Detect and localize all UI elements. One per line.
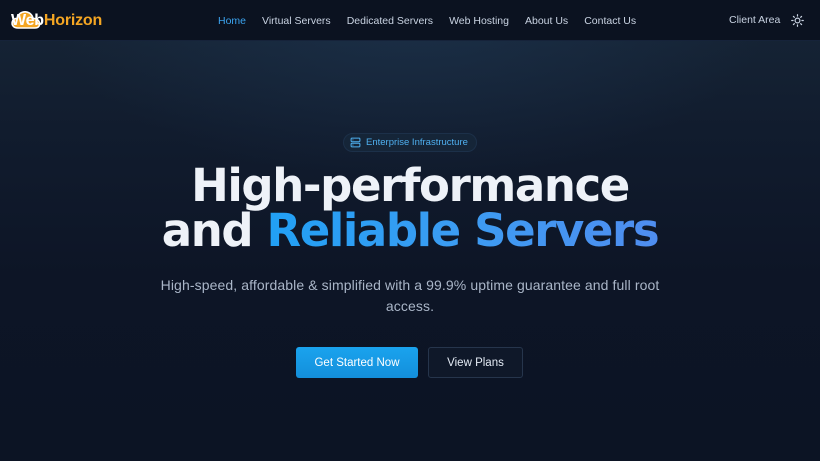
nav-virtual-servers[interactable]: Virtual Servers bbox=[262, 15, 331, 27]
hero-badge: Enterprise Infrastructure bbox=[343, 133, 477, 152]
nav-dedicated-servers[interactable]: Dedicated Servers bbox=[347, 15, 433, 27]
brand-name-web: Web bbox=[11, 12, 44, 29]
brand-logo[interactable]: WebHorizon bbox=[10, 8, 102, 34]
hero-headline-line1: High-performance bbox=[191, 159, 630, 212]
client-area-link[interactable]: Client Area bbox=[729, 14, 780, 26]
hero-badge-label: Enterprise Infrastructure bbox=[366, 137, 468, 148]
view-plans-button[interactable]: View Plans bbox=[428, 347, 523, 378]
hero-subtitle: High-speed, affordable & simplified with… bbox=[160, 277, 660, 314]
hero-headline-accent: Reliable Servers bbox=[266, 204, 659, 257]
get-started-button[interactable]: Get Started Now bbox=[296, 347, 418, 378]
nav-about-us[interactable]: About Us bbox=[525, 15, 568, 27]
hero-headline-plain: and bbox=[161, 204, 267, 257]
nav-links: Home Virtual Servers Dedicated Servers W… bbox=[218, 0, 652, 41]
top-navbar: WebHorizon Home Virtual Servers Dedicate… bbox=[0, 0, 820, 41]
nav-contact-us[interactable]: Contact Us bbox=[584, 15, 636, 27]
nav-web-hosting[interactable]: Web Hosting bbox=[449, 15, 509, 27]
brand-name: WebHorizon bbox=[10, 10, 102, 32]
sun-icon[interactable] bbox=[791, 14, 804, 27]
hero-headline-line2: and Reliable Servers bbox=[0, 207, 820, 255]
brand-name-horizon: Horizon bbox=[43, 12, 103, 29]
page: WebHorizon Home Virtual Servers Dedicate… bbox=[0, 0, 820, 461]
server-icon bbox=[350, 137, 361, 148]
nav-home[interactable]: Home bbox=[218, 15, 246, 27]
